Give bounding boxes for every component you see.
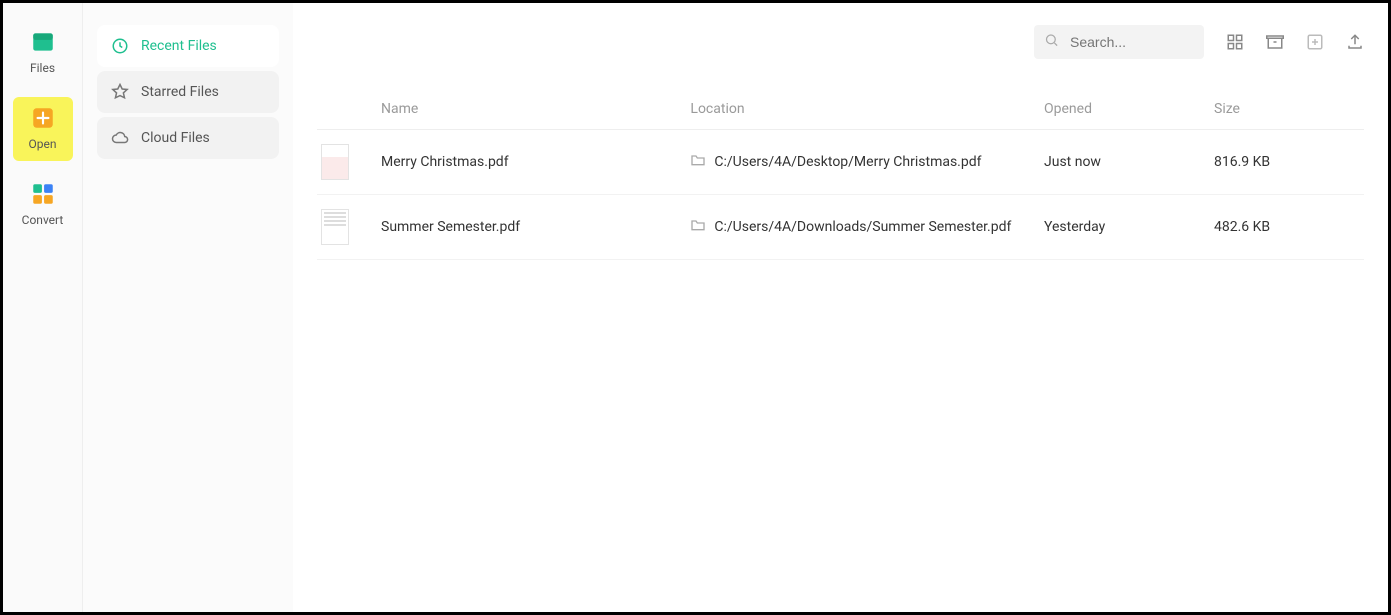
star-icon — [111, 83, 129, 101]
file-row[interactable]: Summer Semester.pdf C:/Users/4A/Download… — [317, 195, 1364, 260]
toolbar-convert-label: Convert — [22, 213, 64, 227]
file-name: Summer Semester.pdf — [377, 219, 690, 235]
toolbar-open[interactable]: Open — [13, 97, 73, 161]
file-size: 482.6 KB — [1214, 219, 1364, 235]
sidebar-item-label: Recent Files — [141, 38, 217, 54]
search-input[interactable] — [1034, 25, 1204, 59]
toolbar-open-label: Open — [29, 137, 57, 151]
file-thumbnail-icon — [321, 209, 349, 245]
sidebar-item-label: Cloud Files — [141, 130, 210, 146]
add-icon[interactable] — [1306, 33, 1324, 51]
file-location: C:/Users/4A/Desktop/Merry Christmas.pdf — [690, 152, 1044, 172]
cloud-icon — [111, 129, 129, 147]
file-size: 816.9 KB — [1214, 154, 1364, 170]
toolbar-convert[interactable]: Convert — [13, 173, 73, 237]
open-icon — [30, 105, 56, 131]
file-row[interactable]: Merry Christmas.pdf C:/Users/4A/Desktop/… — [317, 130, 1364, 195]
sidebar-item-cloud[interactable]: Cloud Files — [97, 117, 279, 159]
folder-icon — [690, 152, 706, 172]
sidebar-item-recent[interactable]: Recent Files — [97, 25, 279, 67]
archive-icon[interactable] — [1266, 33, 1284, 51]
toolbar-files-label: Files — [30, 61, 55, 75]
file-opened: Yesterday — [1044, 219, 1214, 235]
col-opened: Opened — [1044, 101, 1214, 117]
search-icon — [1044, 33, 1059, 52]
sidebar-item-starred[interactable]: Starred Files — [97, 71, 279, 113]
table-header: Name Location Opened Size — [317, 89, 1364, 130]
clock-icon — [111, 37, 129, 55]
col-location: Location — [690, 101, 1044, 117]
topbar — [317, 25, 1364, 59]
file-name: Merry Christmas.pdf — [377, 154, 690, 170]
file-opened: Just now — [1044, 154, 1214, 170]
file-thumbnail-icon — [321, 144, 349, 180]
toolbar-files[interactable]: Files — [13, 21, 73, 85]
sidebar-item-label: Starred Files — [141, 84, 219, 100]
left-toolbar: Files Open Convert — [3, 3, 83, 612]
upload-icon[interactable] — [1346, 33, 1364, 51]
col-size: Size — [1214, 101, 1364, 117]
files-icon — [30, 29, 56, 55]
sidebar: Recent Files Starred Files Cloud Files — [83, 3, 293, 612]
main-area: Name Location Opened Size Merry Christma… — [293, 3, 1388, 612]
file-location: C:/Users/4A/Downloads/Summer Semester.pd… — [690, 217, 1044, 237]
grid-view-icon[interactable] — [1226, 33, 1244, 51]
convert-icon — [30, 181, 56, 207]
search-box — [1034, 25, 1204, 59]
folder-icon — [690, 217, 706, 237]
col-name: Name — [377, 101, 690, 117]
